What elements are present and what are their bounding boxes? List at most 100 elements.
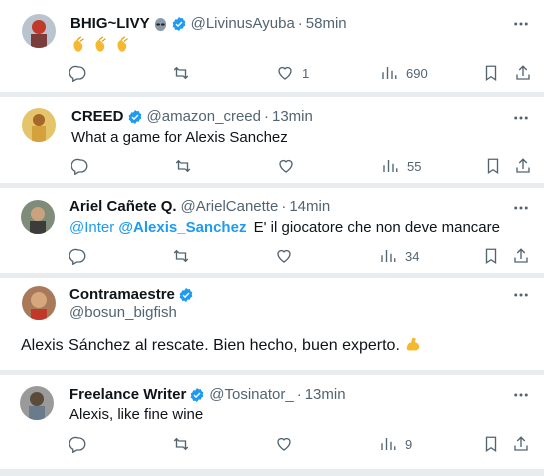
separator-dot: ·	[263, 108, 269, 125]
views-bar-chart-icon	[382, 67, 397, 79]
view-count: 690	[406, 65, 428, 81]
bookmark-icon[interactable]	[482, 247, 500, 265]
views-button[interactable]: 34	[379, 247, 419, 265]
user-handle[interactable]: @amazon_creed	[147, 108, 261, 126]
like-button[interactable]	[277, 157, 303, 175]
share-icon[interactable]	[512, 247, 530, 265]
tweet-actions: 1 690	[0, 64, 544, 84]
view-count: 9	[405, 436, 413, 452]
share-icon[interactable]	[514, 157, 532, 175]
reply-button[interactable]	[71, 157, 97, 175]
retweet-button[interactable]	[174, 157, 200, 175]
verified-badge-icon	[172, 17, 185, 31]
like-count: 1	[302, 65, 310, 81]
tweet-card[interactable]: Ariel Cañete Q. @ArielCanette · 14min @I…	[0, 188, 544, 273]
user-handle[interactable]: @LivinusAyuba	[191, 15, 295, 33]
avatar[interactable]	[21, 200, 55, 234]
view-count: 55	[407, 158, 422, 174]
share-icon[interactable]	[514, 64, 532, 82]
bookmark-icon[interactable]	[482, 64, 500, 82]
more-options-icon[interactable]	[512, 286, 530, 304]
timestamp[interactable]: 13min	[305, 386, 346, 404]
avatar[interactable]	[22, 108, 56, 142]
bookmark-icon[interactable]	[482, 435, 500, 453]
like-button[interactable]: 1	[276, 64, 309, 82]
retweet-icon	[173, 437, 189, 451]
clapping-hands-emoji-icon	[95, 36, 107, 52]
share-icon[interactable]	[512, 435, 530, 453]
views-bar-chart-icon	[383, 160, 398, 172]
tweet-card[interactable]: Freelance Writer @Tosinator_ · 13min Ale…	[0, 375, 544, 469]
retweet-button[interactable]	[172, 64, 198, 82]
reply-icon	[69, 248, 86, 265]
tweet-text: @Inter @Alexis_Sanchez E' il giocatore c…	[69, 218, 500, 238]
more-options-icon[interactable]	[512, 386, 530, 404]
retweet-icon	[173, 66, 189, 80]
verified-badge-icon	[179, 288, 193, 302]
tweet-text: What a game for Alexis Sanchez	[71, 129, 288, 146]
tweet-header: Freelance Writer @Tosinator_ · 13min	[69, 386, 346, 404]
mention-link[interactable]: @Inter	[69, 219, 114, 236]
reply-button[interactable]	[69, 247, 95, 265]
user-handle[interactable]: @Tosinator_	[209, 386, 293, 404]
tweet-header-handle: @bosun_bigfish	[69, 304, 177, 322]
heart-icon	[279, 159, 293, 173]
views-button[interactable]: 55	[381, 157, 421, 175]
display-name[interactable]: BHIG~LIVY	[70, 15, 150, 33]
tweet-header: BHIG~LIVY @LivinusAyuba · 58min	[70, 15, 347, 33]
tweet-text: Alexis Sánchez al rescate. Bien hecho, b…	[21, 335, 422, 356]
reply-button[interactable]	[69, 435, 95, 453]
tweet-text: Alexis, like fine wine	[69, 406, 204, 423]
timestamp[interactable]: 58min	[306, 15, 347, 33]
display-name[interactable]: Freelance Writer	[69, 386, 186, 404]
avatar[interactable]	[20, 386, 54, 420]
avatar[interactable]	[22, 286, 56, 320]
user-handle[interactable]: @bosun_bigfish	[69, 304, 177, 322]
more-options-icon[interactable]	[512, 109, 530, 127]
timestamp[interactable]: 13min	[272, 108, 313, 126]
separator-dot: ·	[281, 198, 287, 215]
heart-icon	[278, 66, 292, 80]
reply-icon	[71, 158, 88, 175]
tweet-body: E' il giocatore che non deve mancare	[253, 219, 500, 236]
like-button[interactable]	[275, 435, 301, 453]
tweet-card[interactable]: CREED @amazon_creed · 13min What a game …	[0, 97, 544, 183]
tweet-text	[70, 36, 132, 57]
alien-emoji-icon	[154, 17, 166, 31]
views-button[interactable]: 690	[380, 64, 428, 82]
tweet-card[interactable]: Contramaestre @bosun_bigfish Alexis Sánc…	[0, 278, 544, 370]
like-button[interactable]	[275, 247, 301, 265]
tweet-card[interactable]: BHIG~LIVY @LivinusAyuba · 58min 1 690	[0, 0, 544, 92]
more-options-icon[interactable]	[512, 15, 530, 33]
view-count: 34	[405, 248, 420, 264]
retweet-icon	[173, 249, 189, 263]
bookmark-icon[interactable]	[484, 157, 502, 175]
retweet-icon	[175, 159, 191, 173]
heart-icon	[277, 249, 291, 263]
reply-button[interactable]	[69, 64, 95, 82]
timestamp[interactable]: 14min	[289, 198, 330, 216]
tweet-body: Alexis Sánchez al rescate. Bien hecho, b…	[21, 337, 400, 354]
tweet-header: CREED @amazon_creed · 13min	[71, 108, 313, 126]
reply-icon	[69, 65, 86, 82]
tweet-actions: 34	[0, 247, 544, 267]
views-bar-chart-icon	[381, 438, 396, 450]
user-handle[interactable]: @ArielCanette	[181, 198, 279, 216]
heart-icon	[277, 437, 291, 451]
display-name[interactable]: CREED	[71, 108, 124, 126]
views-button[interactable]: 9	[379, 435, 412, 453]
reply-icon	[69, 436, 86, 453]
retweet-button[interactable]	[172, 435, 198, 453]
display-name[interactable]: Ariel Cañete Q.	[69, 198, 177, 216]
tweet-actions: 55	[0, 157, 544, 177]
avatar[interactable]	[22, 14, 56, 48]
separator-dot: ·	[296, 386, 302, 403]
display-name[interactable]: Contramaestre	[69, 286, 175, 304]
clapping-hands-emoji-icon	[117, 36, 129, 52]
more-options-icon[interactable]	[512, 199, 530, 217]
clapping-hands-emoji-icon	[73, 36, 84, 52]
separator-dot: ·	[297, 15, 303, 32]
mention-link[interactable]: @Alexis_Sanchez	[118, 219, 246, 236]
retweet-button[interactable]	[172, 247, 198, 265]
tweet-header: Contramaestre	[69, 286, 194, 304]
